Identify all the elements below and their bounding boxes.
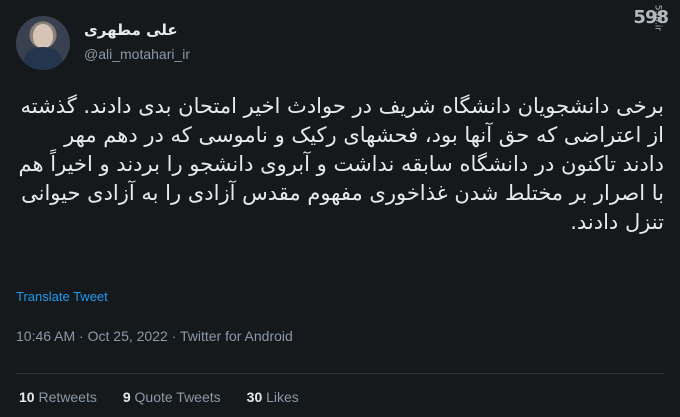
quote-tweets-label: Quote Tweets bbox=[134, 389, 221, 405]
tweet-date[interactable]: Oct 25, 2022 bbox=[88, 328, 168, 344]
translate-tweet-link[interactable]: Translate Tweet bbox=[16, 289, 108, 304]
watermark-brand: 598 bbox=[633, 7, 669, 28]
quote-tweets-count: 9 bbox=[122, 389, 131, 405]
stats-divider bbox=[16, 373, 664, 374]
tweet-time[interactable]: 10:46 AM bbox=[16, 328, 75, 344]
profile-name[interactable]: علی مطهری bbox=[84, 21, 178, 39]
meta-separator: · bbox=[79, 328, 88, 344]
avatar-face bbox=[33, 24, 53, 48]
likes-stat[interactable]: 30 Likes bbox=[247, 389, 299, 405]
quote-tweets-stat[interactable]: 9 Quote Tweets bbox=[123, 389, 221, 405]
retweets-count: 10 bbox=[19, 389, 35, 405]
profile-avatar[interactable] bbox=[16, 16, 70, 70]
tweet-source[interactable]: Twitter for Android bbox=[180, 328, 293, 344]
retweets-label: Retweets bbox=[38, 389, 97, 405]
tweet-text: برخی دانشجویان دانشگاه شریف در حوادث اخی… bbox=[18, 94, 664, 234]
avatar-coat bbox=[24, 47, 62, 70]
profile-handle[interactable]: @ali_motahari_ir bbox=[84, 46, 190, 62]
tweet-meta: 10:46 AM · Oct 25, 2022 · Twitter for An… bbox=[16, 328, 293, 344]
site-watermark: 598 598.ir bbox=[616, 4, 669, 65]
watermark-url: 598.ir bbox=[652, 4, 662, 31]
likes-label: Likes bbox=[266, 389, 299, 405]
meta-separator: · bbox=[171, 328, 180, 344]
likes-count: 30 bbox=[246, 389, 263, 405]
tweet-stats: 10 Retweets 9 Quote Tweets 30 Likes bbox=[19, 389, 299, 405]
retweets-stat[interactable]: 10 Retweets bbox=[19, 389, 97, 405]
